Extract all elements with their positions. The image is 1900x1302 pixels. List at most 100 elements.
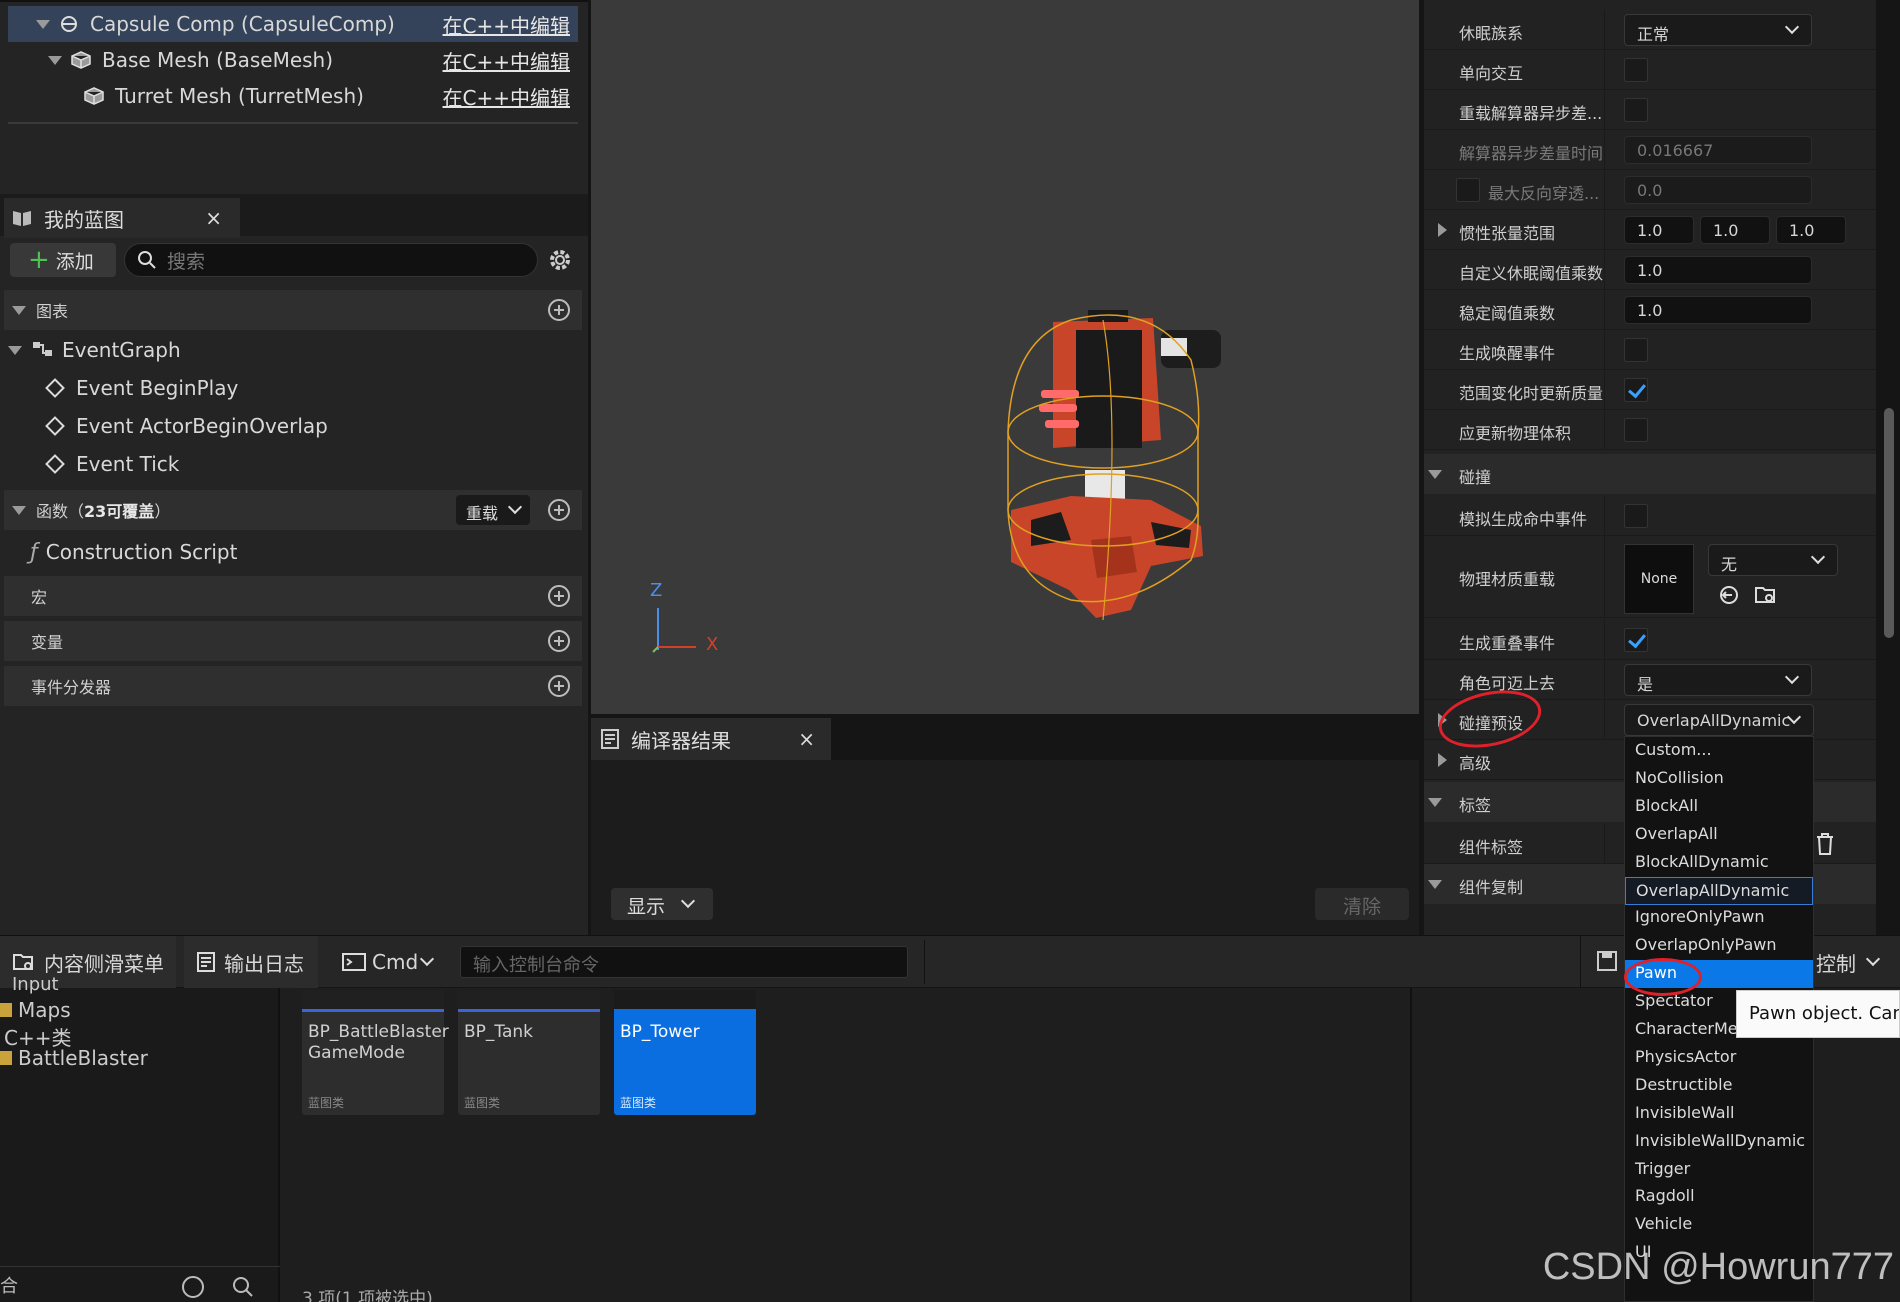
- asset-tile[interactable]: BP_Tank 蓝图类: [458, 990, 600, 1115]
- event-item[interactable]: Event ActorBeginOverlap: [45, 408, 328, 444]
- event-item[interactable]: Event BeginPlay: [45, 370, 238, 406]
- viewport[interactable]: Z X: [591, 0, 1419, 714]
- expand-arrow-icon[interactable]: [36, 19, 50, 29]
- variables-section[interactable]: 变量: [4, 621, 582, 661]
- asset-tile[interactable]: BP_BattleBlaster GameMode 蓝图类: [302, 990, 449, 1115]
- step-up-dropdown[interactable]: 是: [1624, 664, 1812, 696]
- preset-option[interactable]: Ragdoll: [1625, 1183, 1813, 1211]
- preset-option[interactable]: Destructible: [1625, 1072, 1813, 1100]
- component-base-mesh[interactable]: Base Mesh (BaseMesh) 在C++中编辑: [8, 42, 578, 78]
- folder-item[interactable]: Input: [0, 974, 59, 996]
- trash-icon[interactable]: [1814, 832, 1836, 856]
- close-tab-icon[interactable]: ×: [205, 206, 222, 230]
- add-macro-icon[interactable]: [548, 585, 570, 607]
- filter-icon[interactable]: 合: [0, 1272, 18, 1298]
- collision-preset-dropdown[interactable]: OverlapAllDynamic: [1624, 704, 1814, 736]
- source-control-dropdown[interactable]: 控制: [1802, 936, 1900, 988]
- inertia-y-field[interactable]: 1.0: [1700, 216, 1770, 244]
- save-icon[interactable]: [1596, 950, 1618, 972]
- preset-option[interactable]: Trigger: [1625, 1156, 1813, 1184]
- close-tab-icon[interactable]: ×: [798, 727, 815, 751]
- cmd-dropdown[interactable]: Cmd: [330, 936, 446, 988]
- event-graph-item[interactable]: EventGraph: [0, 332, 181, 368]
- material-thumbnail[interactable]: None: [1624, 544, 1694, 614]
- component-capsule[interactable]: Capsule Comp (CapsuleComp) 在C++中编辑: [8, 6, 578, 42]
- show-dropdown[interactable]: 显示: [611, 888, 713, 920]
- inertia-z-field[interactable]: 1.0: [1776, 216, 1846, 244]
- tab-compiler-results[interactable]: 编译器结果 ×: [591, 718, 831, 760]
- add-label: 添加: [55, 250, 94, 273]
- inertia-x-field[interactable]: 1.0: [1624, 216, 1694, 244]
- component-turret-mesh[interactable]: Turret Mesh (TurretMesh) 在C++中编辑: [8, 78, 578, 114]
- graphs-section[interactable]: 图表: [4, 290, 582, 330]
- add-variable-icon[interactable]: [548, 630, 570, 652]
- update-mass-checkbox[interactable]: [1624, 378, 1648, 402]
- max-depen-field[interactable]: 0.0: [1624, 176, 1812, 204]
- stabilize-field[interactable]: 1.0: [1624, 296, 1812, 324]
- edit-in-cpp-link[interactable]: 在C++中编辑: [443, 46, 570, 75]
- phys-material-dropdown[interactable]: 无: [1708, 544, 1838, 576]
- gear-icon[interactable]: [548, 248, 572, 272]
- preset-option[interactable]: OverlapAll: [1625, 821, 1813, 849]
- add-button[interactable]: + 添加: [10, 243, 116, 277]
- add-function-icon[interactable]: [548, 499, 570, 521]
- preset-option[interactable]: Vehicle: [1625, 1211, 1813, 1239]
- static-mesh-icon: [84, 87, 104, 105]
- macros-section[interactable]: 宏: [4, 576, 582, 616]
- folder-item[interactable]: BattleBlaster: [0, 1046, 148, 1070]
- browse-folder-icon[interactable]: [1754, 584, 1778, 606]
- preset-option[interactable]: IgnoreOnlyPawn: [1625, 904, 1813, 932]
- preset-option[interactable]: InvisibleWallDynamic: [1625, 1128, 1813, 1156]
- search-icon[interactable]: [232, 1276, 254, 1298]
- construction-script-label: Construction Script: [45, 540, 238, 564]
- add-graph-icon[interactable]: [548, 299, 570, 321]
- preset-option[interactable]: NoCollision: [1625, 765, 1813, 793]
- console-input[interactable]: 输入控制台命令: [460, 946, 908, 978]
- sleep-family-dropdown[interactable]: 正常: [1624, 14, 1812, 46]
- asset-tile-selected[interactable]: BP_Tower 蓝图类: [614, 990, 756, 1115]
- one-way-checkbox[interactable]: [1624, 58, 1648, 82]
- add-dispatcher-icon[interactable]: [548, 675, 570, 697]
- expand-arrow-icon[interactable]: [48, 55, 62, 65]
- update-volume-checkbox[interactable]: [1624, 418, 1648, 442]
- edit-in-cpp-link[interactable]: 在C++中编辑: [443, 82, 570, 111]
- terminal-icon: [342, 953, 366, 971]
- custom-sleep-field[interactable]: 1.0: [1624, 256, 1812, 284]
- overlap-events-checkbox[interactable]: [1624, 628, 1648, 652]
- construction-script-item[interactable]: ƒ Construction Script: [30, 534, 237, 570]
- details-scrollbar[interactable]: [1884, 408, 1894, 638]
- preset-option[interactable]: OverlapAllDynamic: [1625, 876, 1813, 905]
- preset-option[interactable]: PhysicsActor: [1625, 1044, 1813, 1072]
- tab-my-blueprint[interactable]: 我的蓝图 ×: [4, 198, 240, 238]
- property-label: 生成唤醒事件: [1459, 344, 1556, 363]
- folder-item[interactable]: Maps: [0, 998, 71, 1022]
- max-depen-checkbox[interactable]: [1456, 178, 1480, 202]
- override-async-checkbox[interactable]: [1624, 98, 1648, 122]
- row-sleep-family: 休眠族系 正常: [1424, 10, 1876, 50]
- clear-button[interactable]: 清除: [1315, 888, 1409, 920]
- use-selected-icon[interactable]: [1718, 584, 1742, 606]
- category-collision[interactable]: 碰撞: [1424, 454, 1876, 494]
- preset-option[interactable]: Custom...: [1625, 737, 1813, 765]
- row-update-mass: 范围变化时更新质量: [1424, 370, 1876, 410]
- row-stabilize: 稳定阈值乘数 1.0: [1424, 290, 1876, 330]
- async-delta-field[interactable]: 0.016667: [1624, 136, 1812, 164]
- override-dropdown[interactable]: 重载: [456, 495, 530, 525]
- row-custom-sleep: 自定义休眠阈值乘数 1.0: [1424, 250, 1876, 290]
- expand-arrow-icon[interactable]: [1438, 223, 1447, 237]
- dispatchers-section[interactable]: 事件分发器: [4, 666, 582, 706]
- add-folder-icon[interactable]: [182, 1276, 204, 1298]
- preset-option[interactable]: InvisibleWall: [1625, 1100, 1813, 1128]
- wake-events-checkbox[interactable]: [1624, 338, 1648, 362]
- output-log-tab[interactable]: 输出日志: [184, 936, 318, 988]
- asset-thumbnail: [458, 990, 600, 1012]
- sim-hit-checkbox[interactable]: [1624, 504, 1648, 528]
- control-label: 控制: [1816, 951, 1856, 976]
- preset-option[interactable]: BlockAllDynamic: [1625, 849, 1813, 877]
- edit-in-cpp-link[interactable]: 在C++中编辑: [443, 10, 570, 39]
- search-input[interactable]: 搜索: [124, 243, 538, 277]
- event-item[interactable]: Event Tick: [45, 446, 179, 482]
- preset-option[interactable]: BlockAll: [1625, 793, 1813, 821]
- preset-option[interactable]: OverlapOnlyPawn: [1625, 932, 1813, 960]
- functions-section[interactable]: 函数 （23可覆盖） 重载: [4, 490, 582, 530]
